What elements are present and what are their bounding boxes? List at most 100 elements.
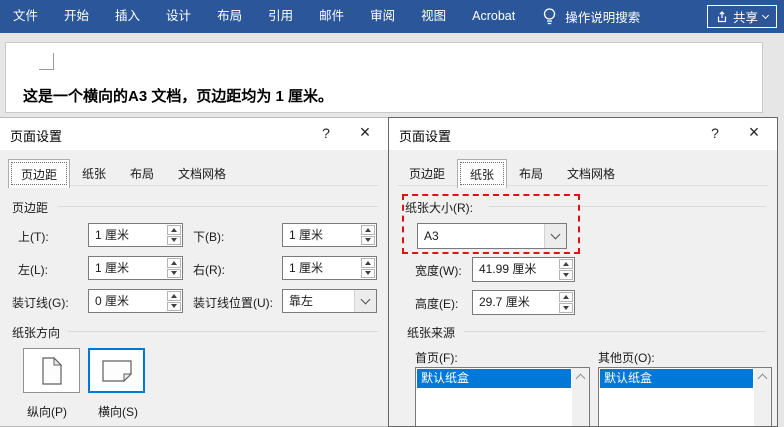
share-icon [717, 10, 727, 22]
list-item[interactable]: 默认纸盒 [600, 369, 753, 388]
margin-bottom-label: 下(B): [193, 230, 225, 244]
paper-source-group-label: 纸张来源 [407, 326, 456, 340]
tab-layout[interactable]: 布局 [507, 159, 555, 188]
spin-up-button[interactable] [361, 225, 375, 235]
ribbon-tab-file[interactable]: 文件 [0, 0, 51, 33]
spin-down-button[interactable] [167, 268, 181, 278]
gutter-label: 装订线(G): [12, 296, 69, 310]
tab-margins[interactable]: 页边距 [8, 159, 71, 188]
page-setup-dialog-margins: 页面设置 ? × 页边距 纸张 布局 文档网格 页边距 上(T): 1 厘米 下… [0, 117, 389, 427]
tell-me-search[interactable]: 操作说明搜索 [565, 7, 640, 26]
gutter-position-label: 装订线位置(U): [193, 296, 273, 310]
scroll-up-icon[interactable] [757, 373, 768, 384]
scroll-up-icon[interactable] [575, 373, 586, 384]
ribbon-tab-insert[interactable]: 插入 [102, 0, 153, 33]
scrollbar[interactable] [754, 368, 771, 426]
dialog-title: 页面设置 [399, 129, 452, 144]
group-divider [464, 331, 766, 332]
margin-crop-mark [39, 53, 54, 70]
lightbulb-icon[interactable] [542, 7, 557, 26]
spin-down-button[interactable] [559, 270, 573, 280]
margin-top-label: 上(T): [18, 230, 49, 244]
margin-left-field[interactable]: 1 厘米 [88, 256, 183, 280]
first-page-listbox[interactable]: 默认纸盒 [415, 367, 590, 426]
spin-down-button[interactable] [361, 235, 375, 245]
share-label: 共享 [732, 11, 758, 25]
word-window: 文件 开始 插入 设计 布局 引用 邮件 审阅 视图 Acrobat 操作说明搜… [0, 0, 784, 427]
tab-paper[interactable]: 纸张 [70, 159, 118, 188]
spinner [360, 224, 376, 246]
chevron-down-icon [761, 11, 770, 19]
ribbon-tab-acrobat[interactable]: Acrobat [459, 0, 528, 33]
margin-right-field[interactable]: 1 厘米 [282, 256, 377, 280]
scrollbar[interactable] [572, 368, 589, 426]
portrait-page-icon [41, 356, 62, 385]
dialog-tabs: 页边距 纸张 布局 文档网格 [8, 159, 238, 188]
dialog-titlebar: 页面设置 ? × [0, 118, 388, 150]
spin-up-button[interactable] [167, 291, 181, 301]
chevron-down-icon[interactable] [544, 224, 566, 248]
margin-top-field[interactable]: 1 厘米 [88, 223, 183, 247]
spinner [166, 290, 182, 312]
tab-paper[interactable]: 纸张 [457, 159, 508, 188]
help-button[interactable]: ? [316, 125, 336, 141]
paper-height-field[interactable]: 29.7 厘米 [472, 290, 575, 315]
paper-size-dropdown[interactable]: A3 [417, 223, 567, 249]
spinner [360, 257, 376, 279]
spin-down-button[interactable] [167, 301, 181, 311]
margin-right-label: 右(R): [193, 263, 225, 277]
spin-up-button[interactable] [167, 225, 181, 235]
tab-docgrid[interactable]: 文档网格 [555, 159, 627, 188]
document-text: 这是一个横向的A3 文档，页边距均为 1 厘米。 [23, 88, 334, 105]
gutter-field[interactable]: 0 厘米 [88, 289, 183, 313]
first-page-label: 首页(F): [415, 351, 458, 365]
ribbon: 文件 开始 插入 设计 布局 引用 邮件 审阅 视图 Acrobat 操作说明搜… [0, 0, 784, 33]
chevron-down-icon[interactable] [354, 290, 376, 312]
group-divider [489, 206, 766, 207]
portrait-option[interactable] [23, 348, 80, 393]
spin-down-button[interactable] [559, 303, 573, 313]
ribbon-tab-view[interactable]: 视图 [408, 0, 459, 33]
spin-up-button[interactable] [361, 258, 375, 268]
list-item[interactable]: 默认纸盒 [417, 369, 571, 388]
spin-down-button[interactable] [361, 268, 375, 278]
gutter-position-dropdown[interactable]: 靠左 [282, 289, 377, 313]
other-pages-listbox[interactable]: 默认纸盒 [598, 367, 772, 426]
paper-height-label: 高度(E): [415, 297, 459, 311]
group-divider [58, 206, 378, 207]
spin-up-button[interactable] [559, 292, 573, 302]
paper-width-label: 宽度(W): [415, 264, 462, 278]
help-button[interactable]: ? [705, 125, 725, 141]
landscape-page-icon [101, 359, 132, 382]
group-divider [68, 331, 378, 332]
ribbon-tab-home[interactable]: 开始 [51, 0, 102, 33]
tab-docgrid[interactable]: 文档网格 [166, 159, 238, 188]
landscape-option[interactable] [88, 348, 145, 393]
landscape-label: 横向(S) [98, 405, 138, 419]
ribbon-tab-layout[interactable]: 布局 [204, 0, 255, 33]
tab-layout[interactable]: 布局 [118, 159, 166, 188]
document-page[interactable]: 这是一个横向的A3 文档，页边距均为 1 厘米。 [5, 42, 763, 113]
paper-width-field[interactable]: 41.99 厘米 [472, 257, 575, 282]
spinner [166, 257, 182, 279]
dialog-tabs: 页边距 纸张 布局 文档网格 [397, 159, 627, 188]
spinner [558, 291, 574, 314]
ribbon-tab-mailings[interactable]: 邮件 [306, 0, 357, 33]
dialog-title: 页面设置 [10, 129, 63, 144]
spin-up-button[interactable] [559, 259, 573, 269]
share-button[interactable]: 共享 [706, 5, 777, 28]
spin-down-button[interactable] [167, 235, 181, 245]
spinner [558, 258, 574, 281]
other-pages-label: 其他页(O): [598, 351, 655, 365]
spin-up-button[interactable] [167, 258, 181, 268]
ribbon-tab-design[interactable]: 设计 [153, 0, 204, 33]
spinner [166, 224, 182, 246]
paper-size-label: 纸张大小(R): [405, 201, 473, 215]
ribbon-tab-review[interactable]: 审阅 [357, 0, 408, 33]
close-icon[interactable]: × [743, 122, 765, 143]
ribbon-tab-references[interactable]: 引用 [255, 0, 306, 33]
margin-left-label: 左(L): [18, 263, 49, 277]
tab-margins[interactable]: 页边距 [397, 159, 457, 188]
close-icon[interactable]: × [354, 122, 376, 143]
margin-bottom-field[interactable]: 1 厘米 [282, 223, 377, 247]
